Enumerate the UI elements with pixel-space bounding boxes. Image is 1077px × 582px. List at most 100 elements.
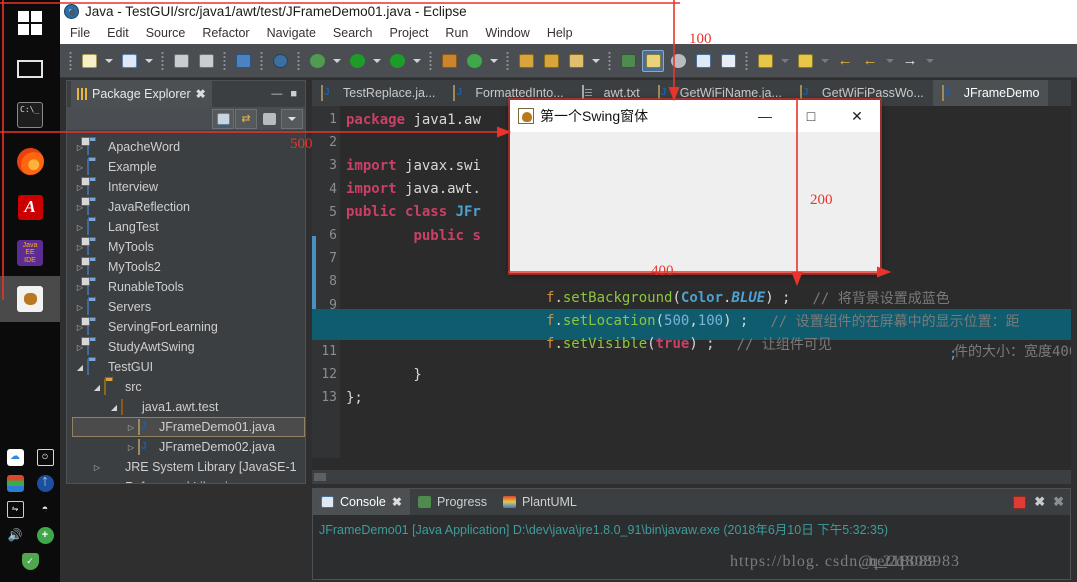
new-java-class-button[interactable] [118, 50, 140, 72]
menu-file[interactable]: File [70, 26, 90, 40]
new-wizard-dropdown-icon[interactable] [105, 58, 113, 63]
run-coverage-button[interactable] [386, 50, 408, 72]
tree-item[interactable]: ▷ JRE System Library [JavaSE-1 [73, 457, 305, 477]
chevron-right-icon[interactable]: ▷ [124, 443, 138, 452]
open-type-button[interactable] [515, 50, 537, 72]
console-tab[interactable]: PlantUML [495, 489, 585, 515]
chevron-right-icon[interactable]: ▷ [73, 223, 87, 232]
menu-run[interactable]: Run [445, 26, 468, 40]
shield-icon[interactable]: ✓ [21, 552, 39, 570]
toggle-block-button[interactable] [667, 50, 689, 72]
previous-annotation-dropdown-icon[interactable] [781, 58, 789, 63]
scrollbar-thumb[interactable] [314, 473, 326, 481]
tree-item[interactable]: ▷ JFrameDemo02.java [73, 437, 305, 457]
console-tab[interactable]: Console ✖ [313, 489, 410, 515]
minimize-icon[interactable]: — [271, 88, 282, 100]
editor-tab[interactable]: JFrameDemo [932, 80, 1049, 106]
bluetooth-icon[interactable]: ᛏ [36, 474, 54, 492]
editor-horizontal-scrollbar[interactable] [312, 470, 1071, 484]
tree-item[interactable]: ◢ java1.awt.test [73, 397, 305, 417]
debug-dropdown-icon[interactable] [333, 58, 341, 63]
menu-search[interactable]: Search [333, 26, 373, 40]
tree-item[interactable]: ▷ LangTest [73, 217, 305, 237]
debug-button[interactable] [306, 50, 328, 72]
run-coverage-dropdown-icon[interactable] [413, 58, 421, 63]
open-task-button[interactable] [540, 50, 562, 72]
tree-item-selected[interactable]: ▷ JFrameDemo01.java [72, 417, 305, 437]
menu-window[interactable]: Window [485, 26, 529, 40]
battery-icon[interactable]: ⏻ [36, 448, 54, 466]
tree-item[interactable]: ▷ RunableTools [73, 277, 305, 297]
menu-project[interactable]: Project [390, 26, 429, 40]
swing-maximize-button[interactable]: □ [788, 100, 834, 132]
link-with-editor-button[interactable]: ⇄ [235, 108, 257, 129]
refresh-button[interactable] [463, 50, 485, 72]
new-java-class-dropdown-icon[interactable] [145, 58, 153, 63]
taskbar-start-button[interactable] [0, 0, 60, 46]
menu-navigate[interactable]: Navigate [267, 26, 316, 40]
new-wizard-button[interactable] [78, 50, 100, 72]
marker-button[interactable] [642, 49, 664, 72]
chevron-down-icon[interactable]: ◢ [90, 383, 104, 392]
refresh-dropdown-icon[interactable] [490, 58, 498, 63]
tree-item[interactable]: ▷ StudyAwtSwing [73, 337, 305, 357]
chevron-right-icon[interactable]: ▷ [124, 423, 138, 432]
next-annotation-dropdown-icon[interactable] [821, 58, 829, 63]
search-button[interactable] [565, 50, 587, 72]
taskbar-task-view-button[interactable] [0, 46, 60, 92]
forward-button[interactable]: → [899, 50, 921, 72]
tree-item[interactable]: ▷ MyTools [73, 237, 305, 257]
menu-source[interactable]: Source [146, 26, 186, 40]
volume-icon[interactable]: 🔊 [7, 527, 24, 544]
run-dropdown-icon[interactable] [373, 58, 381, 63]
swing-close-button[interactable]: ✕ [834, 100, 880, 132]
wifi-icon[interactable]: ◓ [37, 501, 54, 518]
skip-breakpoints-button[interactable] [269, 50, 291, 72]
search-dropdown-icon[interactable] [592, 58, 600, 63]
editor-tab[interactable]: TestReplace.ja... [312, 80, 444, 106]
back-button[interactable]: ← [834, 50, 856, 72]
new-package-button[interactable] [438, 50, 460, 72]
console-tab[interactable]: Progress [410, 489, 495, 515]
chevron-right-icon[interactable]: ▷ [73, 163, 87, 172]
view-menu-button[interactable] [692, 50, 714, 72]
tree-item[interactable]: ▷ ApacheWord [73, 137, 305, 157]
save-all-button[interactable] [195, 50, 217, 72]
taskbar-adobe-reader-button[interactable]: A [0, 184, 60, 230]
package-explorer-tab[interactable]: Package Explorer ✖ [71, 81, 212, 107]
tree-item[interactable]: ◢ src [73, 377, 305, 397]
cloud-icon[interactable]: ☁ [6, 448, 24, 466]
back-history-button[interactable]: ← [859, 50, 881, 72]
maximize-icon[interactable]: ■ [290, 88, 297, 100]
next-annotation-button[interactable] [794, 50, 816, 72]
tree-item[interactable]: ▷ Interview [73, 177, 305, 197]
menu-edit[interactable]: Edit [107, 26, 129, 40]
back-dropdown-icon[interactable] [886, 58, 894, 63]
taskbar-java-app-button[interactable] [0, 276, 60, 322]
swing-minimize-button[interactable]: — [742, 100, 788, 132]
chevron-right-icon[interactable]: ▷ [73, 303, 87, 312]
show-whitespace-button[interactable] [717, 50, 739, 72]
print-button[interactable] [232, 50, 254, 72]
swing-app-window[interactable]: 第一个Swing窗体 — □ ✕ [509, 99, 881, 274]
tree-item[interactable]: ▷ MyTools2 [73, 257, 305, 277]
collapse-all-button[interactable] [212, 108, 234, 129]
previous-annotation-button[interactable] [754, 50, 776, 72]
tree-item[interactable]: ▷ JavaReflection [73, 197, 305, 217]
usb-icon[interactable]: ⇋ [6, 500, 24, 518]
view-menu-button[interactable] [281, 108, 303, 129]
chevron-right-icon[interactable]: ▷ [90, 463, 104, 472]
close-icon[interactable]: ✖ [196, 87, 206, 101]
tree-item[interactable]: ▷ Servers [73, 297, 305, 317]
remove-all-terminated-icon[interactable]: ✖ [1053, 494, 1064, 510]
menu-help[interactable]: Help [547, 26, 573, 40]
plus-icon[interactable]: + [36, 526, 54, 544]
taskbar-firefox-button[interactable] [0, 138, 60, 184]
tree-item[interactable]: ▷ ServingForLearning [73, 317, 305, 337]
books-icon[interactable] [6, 474, 24, 492]
project-tree[interactable]: ▷ ApacheWord ▷ Example ▷ Interview ▷ JavaReflec… [67, 131, 305, 483]
remove-launch-icon[interactable]: ✖ [1034, 494, 1045, 510]
forward-dropdown-icon[interactable] [926, 58, 934, 63]
view-filter-button[interactable] [258, 109, 280, 129]
tree-item[interactable]: ◢ TestGUI [73, 357, 305, 377]
